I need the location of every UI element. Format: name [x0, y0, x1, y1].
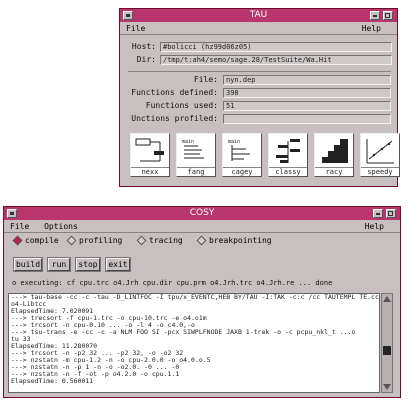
nexx-icon — [135, 138, 164, 162]
racy-icon — [322, 139, 348, 163]
menu-options[interactable]: Options — [44, 222, 78, 231]
svg-text:main: main — [182, 139, 194, 145]
radio-profiling-label: profiling — [79, 236, 123, 245]
window-menu-icon — [126, 14, 130, 17]
speedy-tool-button[interactable]: speedy — [360, 133, 400, 177]
functions-defined-label: Functions defined: — [131, 88, 218, 97]
functions-profiled-label: Unctions profiled: — [131, 114, 218, 123]
menu-file[interactable]: File — [10, 222, 29, 231]
minimize-button[interactable] — [370, 11, 380, 20]
classy-tool-button[interactable]: classy — [268, 133, 308, 177]
tau-menubar: File Help — [120, 22, 397, 35]
nexx-tool-button[interactable]: nexx — [130, 133, 170, 177]
tau-titlebar[interactable]: TAU — [120, 9, 397, 22]
maximize-icon — [385, 13, 390, 18]
tau-window: TAU File Help Host: #bolicci (hz99d06z05… — [119, 8, 400, 187]
radio-selected-icon — [12, 235, 23, 246]
functions-used-value: 51 — [223, 101, 391, 111]
console-line: ElapsedTime: 0.560011 — [11, 377, 94, 385]
fang-tool-button[interactable]: main fang — [176, 133, 216, 177]
radio-breakpointing[interactable]: breakpointing — [196, 235, 272, 246]
menu-file[interactable]: File — [126, 24, 145, 33]
radio-tracing[interactable]: tracing — [136, 235, 183, 246]
functions-profiled-value — [223, 114, 391, 124]
host-value: #bolicci (hz99d06z05) — [160, 42, 392, 52]
dir-value: /tmp/t:ah4/semo/sage.28/TestSuite/Wa.Hit — [160, 55, 392, 65]
minimize-button[interactable] — [373, 209, 383, 218]
cosy-titlebar[interactable]: COSY — [4, 207, 400, 220]
minimize-icon — [373, 15, 377, 17]
racy-tool-button[interactable]: racy — [314, 133, 354, 177]
radio-unselected-icon — [196, 235, 207, 246]
file-row: File: nyn.dep — [120, 75, 399, 85]
minimize-icon — [376, 213, 380, 215]
run-button[interactable]: run — [47, 257, 71, 272]
racy-label: racy — [315, 167, 353, 176]
functions-defined-value: 398 — [223, 88, 391, 98]
file-label: File: — [193, 75, 218, 84]
fang-label: fang — [177, 167, 215, 176]
functions-used-label: Functions used: — [145, 101, 218, 110]
functions-used-row: Functions used: 51 — [120, 101, 399, 111]
scroll-up-arrow-icon[interactable] — [383, 296, 391, 302]
speedy-icon — [366, 139, 394, 164]
speedy-label: speedy — [361, 167, 399, 176]
window-menu-button[interactable] — [123, 11, 133, 20]
window-menu-icon — [10, 212, 14, 215]
output-console[interactable]: ---> tau-base -cc -c -tau -D_LINTFOC -I … — [8, 293, 380, 393]
radio-breakpointing-label: breakpointing — [209, 236, 272, 245]
dir-row: Dir: /tmp/t:ah4/semo/sage.28/TestSuite/W… — [120, 55, 399, 65]
file-value: nyn.dep — [223, 75, 391, 85]
status-line: o executing: cf cpu.trc o4.Jrh cpu.dir c… — [12, 279, 333, 287]
nexx-label: nexx — [131, 167, 169, 176]
menu-help[interactable]: Help — [365, 220, 384, 233]
tau-separator — [128, 71, 391, 72]
maximize-icon — [388, 211, 393, 216]
console-scrollbar[interactable] — [381, 293, 393, 393]
menu-help[interactable]: Help — [362, 22, 381, 35]
cagey-label: cagey — [223, 167, 261, 176]
cosy-menubar: File Options Help — [4, 220, 400, 233]
console-line: ---> tau-base -cc -c -tau -D_LINTFOC -I … — [11, 293, 379, 301]
scroll-thumb[interactable] — [383, 346, 391, 355]
tau-window-title: TAU — [249, 10, 268, 20]
window-menu-button[interactable] — [7, 209, 17, 218]
cagey-tool-button[interactable]: main cagey — [222, 133, 262, 177]
console-line: ---> tsu-trans -e -cc -c -a NLM FOO SI -… — [11, 328, 356, 336]
cosy-window-title: COSY — [189, 208, 215, 218]
radio-unselected-icon — [136, 235, 147, 246]
classy-icon — [276, 139, 300, 163]
functions-defined-row: Functions defined: 398 — [120, 88, 399, 98]
maximize-button[interactable] — [386, 209, 396, 218]
radio-profiling[interactable]: profiling — [66, 235, 123, 246]
host-label: Host: — [131, 42, 156, 51]
functions-profiled-row: Unctions profiled: — [120, 114, 399, 124]
stop-button[interactable]: stop — [75, 257, 101, 272]
radio-compile-label: compile — [25, 236, 59, 245]
radio-compile[interactable]: compile — [12, 235, 59, 246]
cagey-icon: main — [228, 139, 250, 161]
svg-text:main: main — [228, 139, 240, 145]
build-button[interactable]: build — [13, 257, 43, 272]
scroll-down-arrow-icon[interactable] — [383, 384, 391, 390]
dir-label: Dir: — [136, 55, 156, 64]
maximize-button[interactable] — [383, 11, 393, 20]
exit-button[interactable]: exit — [105, 257, 131, 272]
radio-unselected-icon — [66, 235, 77, 246]
host-row: Host: #bolicci (hz99d06z05) — [120, 42, 399, 52]
radio-tracing-label: tracing — [149, 236, 183, 245]
classy-label: classy — [269, 167, 307, 176]
fang-icon: main — [182, 139, 204, 159]
mode-radio-group: compile profiling tracing breakpointing — [10, 235, 370, 248]
